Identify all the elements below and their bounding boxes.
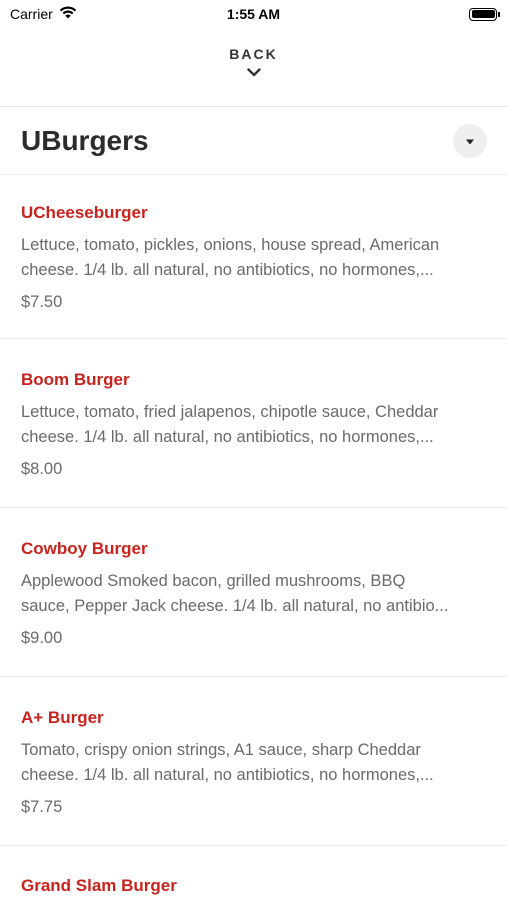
- menu-item[interactable]: Boom Burger Lettuce, tomato, fried jalap…: [0, 339, 507, 508]
- battery-fill: [471, 10, 495, 18]
- menu-item[interactable]: Grand Slam Burger: [0, 846, 507, 900]
- wifi-icon: [59, 6, 77, 22]
- menu-item-name: Cowboy Burger: [21, 539, 148, 558]
- battery-icon: [469, 7, 500, 21]
- carrier-label: Carrier: [10, 6, 53, 22]
- menu-item-description-line: sauce, Pepper Jack cheese. 1/4 lb. all n…: [21, 597, 449, 615]
- menu-item-price: $9.00: [21, 629, 63, 647]
- menu-item-description-line: cheese. 1/4 lb. all natural, no antibiot…: [21, 428, 434, 446]
- menu-item[interactable]: UCheeseburger Lettuce, tomato, pickles, …: [0, 176, 507, 339]
- menu-item-description-line: Lettuce, tomato, pickles, onions, house …: [21, 236, 440, 254]
- menu-item[interactable]: Cowboy Burger Applewood Smoked bacon, gr…: [0, 508, 507, 677]
- menu-item-price: $7.75: [21, 798, 63, 816]
- status-bar: Carrier 1:55 AM: [0, 0, 507, 28]
- section-dropdown-button[interactable]: [453, 123, 487, 158]
- menu-item-description-line: Applewood Smoked bacon, grilled mushroom…: [21, 572, 406, 590]
- menu-item-name: A+ Burger: [21, 708, 104, 727]
- menu-item-description-line: Tomato, crispy onion strings, A1 sauce, …: [21, 741, 421, 759]
- back-label: BACK: [229, 46, 278, 62]
- menu-item-price: $8.00: [21, 460, 63, 478]
- caret-down-icon: [465, 132, 475, 150]
- menu-item[interactable]: A+ Burger Tomato, crispy onion strings, …: [0, 677, 507, 846]
- menu-item-name: Boom Burger: [21, 370, 130, 389]
- menu-item-description: Lettuce, tomato, pickles, onions, house …: [21, 233, 486, 283]
- back-button[interactable]: BACK: [0, 46, 507, 82]
- menu-item-description: Applewood Smoked bacon, grilled mushroom…: [21, 569, 486, 619]
- chevron-down-icon: [246, 64, 261, 82]
- section-header: UBurgers: [0, 107, 507, 175]
- status-left: Carrier: [10, 6, 77, 22]
- menu-item-description: Tomato, crispy onion strings, A1 sauce, …: [21, 738, 486, 788]
- menu-item-description-line: Lettuce, tomato, fried jalapenos, chipot…: [21, 403, 439, 421]
- menu-item-description-line: cheese. 1/4 lb. all natural, no antibiot…: [21, 766, 434, 784]
- menu-item-name: Grand Slam Burger: [21, 876, 177, 895]
- menu-item-price: $7.50: [21, 293, 63, 311]
- menu-item-description: Lettuce, tomato, fried jalapenos, chipot…: [21, 400, 486, 450]
- menu-item-name: UCheeseburger: [21, 203, 148, 222]
- menu-item-description-line: cheese. 1/4 lb. all natural, no antibiot…: [21, 261, 434, 279]
- section-title: UBurgers: [21, 124, 149, 156]
